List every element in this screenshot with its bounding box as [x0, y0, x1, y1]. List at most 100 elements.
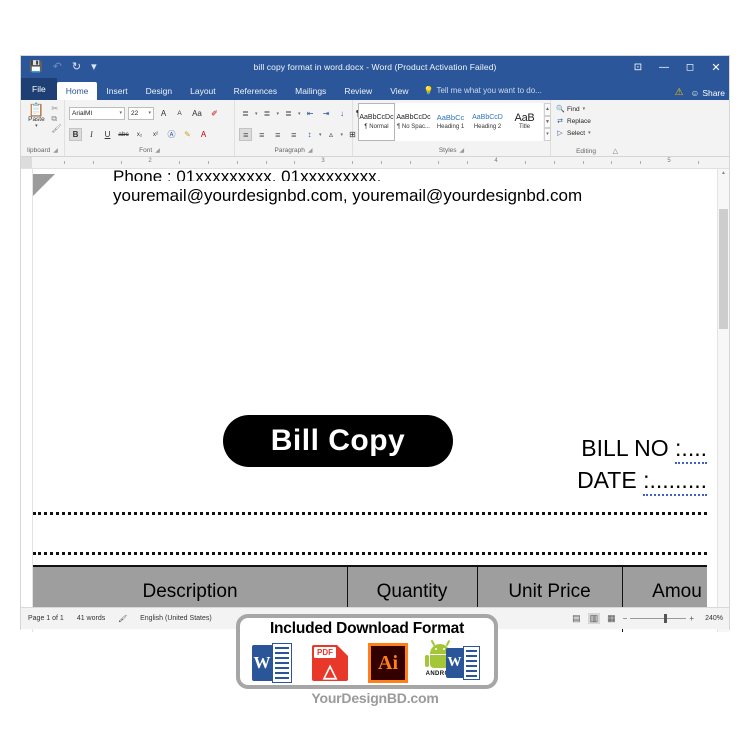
share-label: Share: [702, 87, 725, 98]
warning-icon[interactable]: ⚠: [675, 87, 684, 98]
zoom-track[interactable]: [630, 614, 687, 623]
zoom-out-button[interactable]: −: [623, 614, 628, 623]
increase-indent-icon[interactable]: ⇥: [320, 107, 333, 120]
style-title[interactable]: AaB Title: [506, 103, 543, 141]
strikethrough-button[interactable]: abc: [117, 128, 130, 141]
close-button[interactable]: ✕: [703, 56, 729, 78]
clear-formatting-icon[interactable]: ✐: [208, 107, 221, 120]
undo-icon[interactable]: ↶: [53, 61, 62, 73]
text-effects-icon[interactable]: Ⓐ: [165, 128, 178, 141]
lightbulb-icon: 💡: [423, 86, 434, 95]
minimize-button[interactable]: —: [651, 56, 677, 78]
multilevel-caret-icon[interactable]: ▾: [298, 111, 301, 117]
share-button[interactable]: ☺ Share: [691, 88, 725, 98]
line-spacing-caret-icon[interactable]: ▾: [319, 132, 322, 138]
print-layout-button[interactable]: ▥: [587, 613, 601, 624]
align-right-button[interactable]: ≡: [271, 128, 284, 141]
bold-button[interactable]: B: [69, 128, 82, 141]
tab-insert[interactable]: Insert: [97, 82, 136, 100]
style-normal-preview: AaBbCcDc: [359, 113, 394, 121]
styles-more-icon[interactable]: ▾: [544, 128, 551, 142]
ruler-number-5: 5: [667, 158, 671, 164]
styles-scroll-down-icon[interactable]: ▼: [544, 115, 551, 129]
align-center-button[interactable]: ≡: [255, 128, 268, 141]
superscript-button[interactable]: x²: [149, 128, 162, 141]
copy-icon[interactable]: ⧉: [51, 115, 61, 123]
web-layout-button[interactable]: ▦: [607, 613, 616, 624]
select-caret-icon[interactable]: ▾: [588, 130, 591, 136]
page-indicator[interactable]: Page 1 of 1: [28, 615, 64, 622]
shading-caret-icon[interactable]: ▾: [341, 132, 344, 138]
save-icon[interactable]: 💾: [29, 61, 43, 73]
tab-references[interactable]: References: [225, 82, 286, 100]
horizontal-ruler[interactable]: 2 3 4 5: [21, 157, 729, 169]
bullets-caret-icon[interactable]: ▾: [255, 111, 258, 117]
numbering-caret-icon[interactable]: ▾: [277, 111, 280, 117]
font-dialog-launcher[interactable]: ◢: [155, 148, 160, 154]
replace-button[interactable]: ⇄ Replace: [556, 115, 617, 127]
proofing-icon[interactable]: 🖌: [118, 615, 127, 623]
ribbon-display-options-icon[interactable]: ⊡: [625, 56, 651, 78]
tab-review[interactable]: Review: [335, 82, 381, 100]
subscript-button[interactable]: x₂: [133, 128, 146, 141]
tab-view[interactable]: View: [381, 82, 417, 100]
clipboard-dialog-launcher[interactable]: ◢: [53, 148, 58, 154]
word-count[interactable]: 41 words: [77, 615, 105, 622]
customize-qat-icon[interactable]: ▾: [91, 61, 97, 73]
read-mode-button[interactable]: ▤: [572, 613, 581, 624]
tab-design[interactable]: Design: [137, 82, 181, 100]
font-name-input[interactable]: ArialMI ▾: [69, 107, 125, 120]
cut-icon[interactable]: ✂: [51, 105, 61, 113]
bullets-icon[interactable]: ≣: [239, 107, 252, 120]
shading-icon[interactable]: ▵: [325, 128, 338, 141]
tab-file[interactable]: File: [21, 78, 57, 100]
italic-button[interactable]: I: [85, 128, 98, 141]
paste-button[interactable]: 📋 Paste ▾: [23, 103, 49, 133]
style-normal[interactable]: AaBbCcDc ¶ Normal: [358, 103, 395, 141]
numbering-icon[interactable]: ≣: [261, 107, 274, 120]
format-painter-icon[interactable]: 🖌: [51, 125, 61, 133]
paragraph-dialog-launcher[interactable]: ◢: [308, 148, 313, 154]
document-page[interactable]: Phone : 01xxxxxxxxx, 01xxxxxxxxx, yourem…: [32, 169, 707, 632]
shrink-font-button[interactable]: A: [173, 107, 186, 120]
decrease-indent-icon[interactable]: ⇤: [304, 107, 317, 120]
change-case-button[interactable]: Aa: [189, 107, 205, 120]
styles-scroll-up-icon[interactable]: ▲: [544, 103, 551, 116]
tab-layout[interactable]: Layout: [181, 82, 225, 100]
font-size-input[interactable]: 22 ▾: [128, 107, 154, 120]
tab-home[interactable]: Home: [56, 82, 98, 100]
tell-me-search[interactable]: 💡 Tell me what you want to do...: [417, 82, 541, 100]
find-caret-icon[interactable]: ▾: [583, 106, 586, 112]
styles-gallery-scroll[interactable]: ▲ ▼ ▾: [544, 103, 551, 142]
scroll-up-icon[interactable]: ▲: [718, 170, 729, 176]
tab-mailings[interactable]: Mailings: [286, 82, 335, 100]
multilevel-list-icon[interactable]: ≣: [282, 107, 295, 120]
zoom-slider[interactable]: − +: [623, 614, 694, 623]
style-heading-2-label: Heading 2: [473, 123, 502, 130]
style-heading-2[interactable]: AaBbCcD Heading 2: [469, 103, 506, 141]
sort-icon[interactable]: ↓: [336, 107, 349, 120]
zoom-level[interactable]: 240%: [701, 615, 723, 622]
maximize-button[interactable]: ◻: [677, 56, 703, 78]
redo-icon[interactable]: ↻: [72, 61, 81, 73]
align-left-button[interactable]: ≡: [239, 128, 252, 141]
select-button[interactable]: ▷ Select ▾: [556, 127, 617, 139]
grow-font-button[interactable]: A: [157, 107, 170, 120]
font-color-icon[interactable]: A: [197, 128, 210, 141]
underline-button[interactable]: U: [101, 128, 114, 141]
line-spacing-icon[interactable]: ↕: [303, 128, 316, 141]
paste-dropdown-icon[interactable]: ▾: [35, 124, 38, 129]
zoom-in-button[interactable]: +: [689, 614, 694, 623]
justify-button[interactable]: ≡: [287, 128, 300, 141]
highlight-color-icon[interactable]: ✎: [181, 128, 194, 141]
scrollbar-thumb[interactable]: [719, 209, 728, 329]
vertical-scrollbar[interactable]: ▲ ▼: [717, 169, 729, 632]
collapse-ribbon-icon[interactable]: △: [613, 147, 618, 155]
zoom-thumb[interactable]: [664, 614, 668, 623]
styles-dialog-launcher[interactable]: ◢: [460, 148, 465, 154]
style-no-spacing[interactable]: AaBbCcDc ¶ No Spac...: [395, 103, 432, 141]
style-heading-1[interactable]: AaBbCс Heading 1: [432, 103, 469, 141]
find-button[interactable]: 🔍 Find ▾: [556, 103, 617, 115]
document-canvas[interactable]: Phone : 01xxxxxxxxx, 01xxxxxxxxx, yourem…: [21, 169, 729, 632]
language-indicator[interactable]: English (United States): [140, 615, 212, 622]
